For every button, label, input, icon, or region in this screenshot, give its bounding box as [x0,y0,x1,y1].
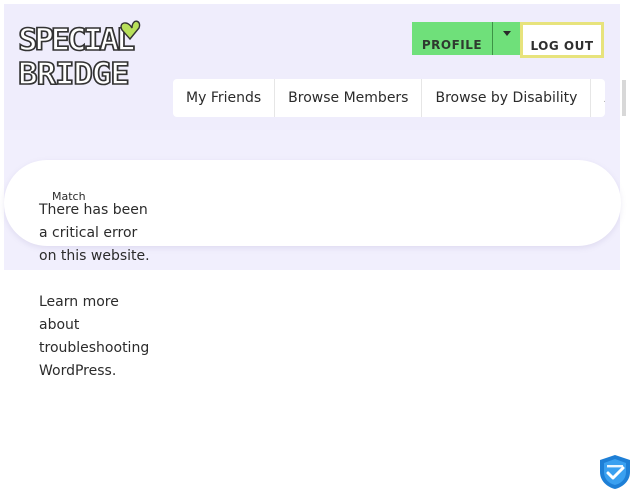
shield-check-icon[interactable] [598,454,632,490]
chevron-down-icon [502,31,511,36]
profile-dropdown-toggle[interactable] [492,22,520,55]
troubleshooting-link[interactable]: Learn more about troubleshooting WordPre… [39,294,149,379]
profile-button[interactable]: PROFILE [412,22,492,55]
error-message-block: There has been a critical error on this … [39,199,151,406]
logo-line1: SPECIAL [18,23,134,58]
logout-button[interactable]: LOG OUT [520,22,604,58]
nav-item-app[interactable]: App [591,79,605,117]
nav-item-my-friends[interactable]: My Friends [173,79,276,117]
nav-item-browse-by-disability[interactable]: Browse by Disability [422,79,592,117]
nav-item-browse-members[interactable]: Browse Members [275,79,423,117]
nav-overflow-edge [622,80,626,116]
site-logo[interactable]: SPECIAL BRIDGE [16,14,146,93]
logo-line2: BRIDGE [18,57,129,90]
main-nav: My Friends Browse Members Browse by Disa… [173,79,605,117]
error-message: There has been a critical error on this … [39,202,150,264]
logo-graphic: SPECIAL BRIDGE [17,20,141,93]
